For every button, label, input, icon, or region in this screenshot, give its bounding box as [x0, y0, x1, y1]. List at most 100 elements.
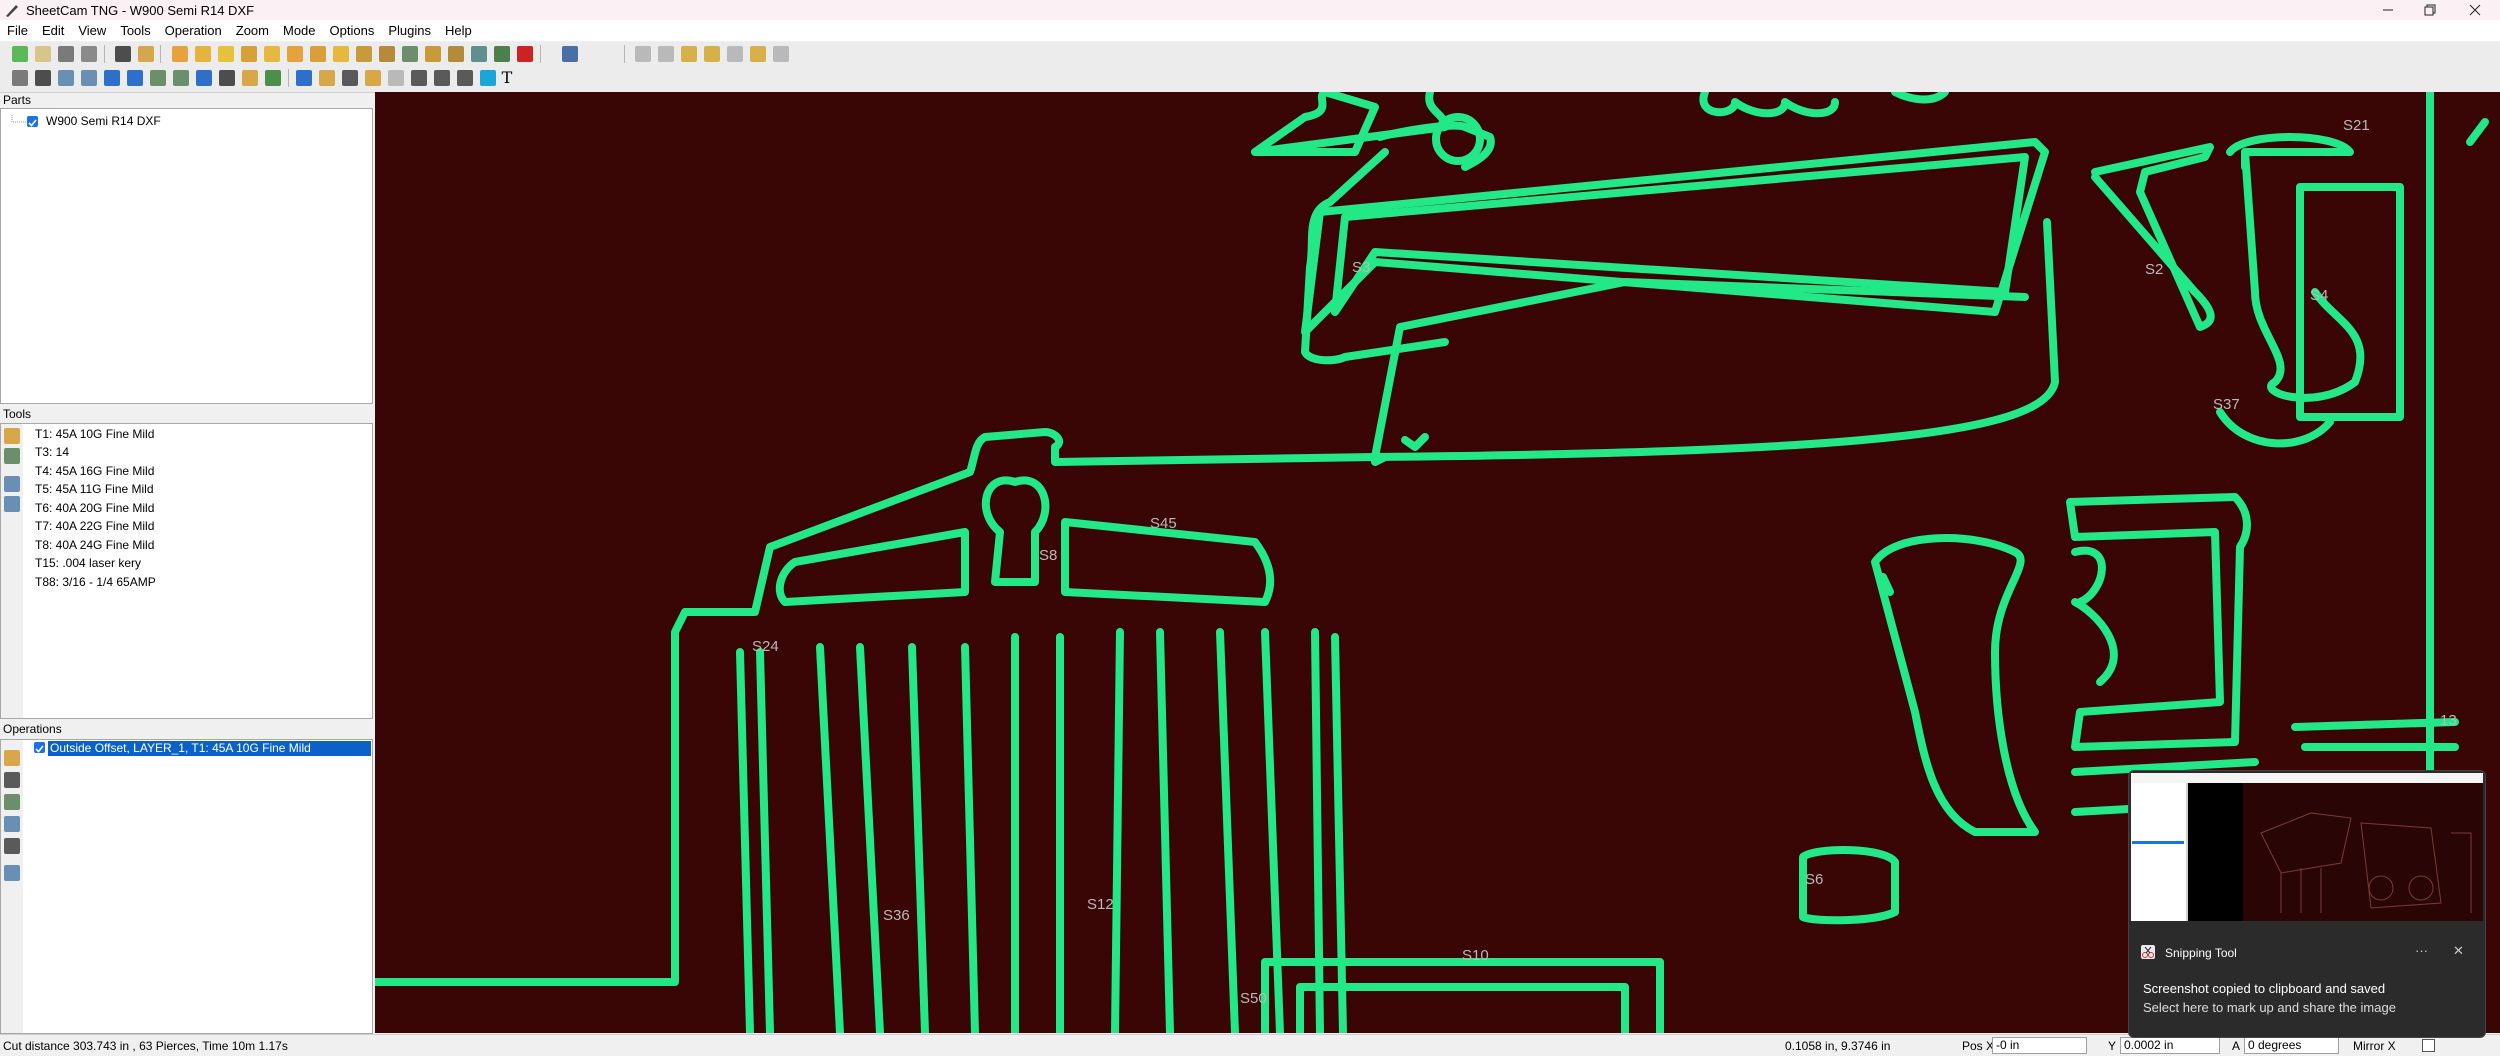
- menu-zoom[interactable]: Zoom: [229, 23, 276, 38]
- shape-tool-icon-15[interactable]: [494, 46, 510, 62]
- close-window-button[interactable]: [2452, 0, 2498, 20]
- plugin-icon[interactable]: [265, 70, 281, 86]
- open-file-icon[interactable]: [35, 46, 51, 62]
- zoom-extents-icon[interactable]: [704, 46, 720, 62]
- tool-item[interactable]: T8: 40A 24G Fine Mild: [35, 538, 154, 552]
- job-options-icon[interactable]: [81, 70, 97, 86]
- new-file-icon[interactable]: [12, 46, 28, 62]
- menu-mode[interactable]: Mode: [276, 23, 323, 38]
- zoom-in-icon[interactable]: [635, 46, 651, 62]
- part-checkbox[interactable]: [27, 116, 38, 127]
- restore-button[interactable]: [2407, 0, 2453, 20]
- menu-plugins[interactable]: Plugins: [381, 23, 438, 38]
- more-options-icon[interactable]: ···: [2415, 943, 2428, 958]
- close-icon[interactable]: ✕: [2453, 943, 2464, 959]
- save-file-icon[interactable]: [58, 46, 74, 62]
- snipping-tool-notification[interactable]: Snipping Tool ··· ✕ Screenshot copied to…: [2128, 770, 2486, 1038]
- y-field[interactable]: 0.0002 in: [2120, 1037, 2220, 1054]
- path-icon[interactable]: [127, 70, 143, 86]
- tool-item[interactable]: T4: 45A 16G Fine Mild: [35, 464, 154, 478]
- shape-tool-icon-4[interactable]: [241, 46, 257, 62]
- drill-icon[interactable]: [150, 70, 166, 86]
- tab-icon[interactable]: [365, 70, 381, 86]
- shape-tool-icon-13[interactable]: [448, 46, 464, 62]
- add-tool-icon[interactable]: [4, 428, 20, 444]
- toast-app-name: Snipping Tool: [2165, 946, 2237, 960]
- menu-edit[interactable]: Edit: [35, 23, 71, 38]
- menu-help[interactable]: Help: [438, 23, 479, 38]
- zoom-part-icon[interactable]: [750, 46, 766, 62]
- zoom-previous-icon[interactable]: [727, 46, 743, 62]
- print-icon[interactable]: [81, 46, 97, 62]
- menu-view[interactable]: View: [71, 23, 113, 38]
- operation-copy-icon[interactable]: [4, 816, 20, 832]
- machine-options-icon[interactable]: [12, 70, 28, 86]
- tool-table-icon[interactable]: [4, 476, 20, 492]
- rotate-icon[interactable]: [219, 70, 235, 86]
- undo-icon[interactable]: [562, 46, 578, 62]
- part-item-label[interactable]: W900 Semi R14 DXF: [46, 114, 161, 128]
- mirror-x-checkbox[interactable]: [2422, 1039, 2435, 1052]
- pocket-icon[interactable]: [173, 70, 189, 86]
- operation-path-icon[interactable]: [4, 794, 20, 810]
- shape-tool-icon-10[interactable]: [379, 46, 395, 62]
- tool-list-icon[interactable]: [4, 496, 20, 512]
- shape-tool-icon-5[interactable]: [264, 46, 280, 62]
- shape-tool-icon-12[interactable]: [425, 46, 441, 62]
- highlight-icon[interactable]: [480, 70, 496, 86]
- menu-options[interactable]: Options: [323, 23, 382, 38]
- tool-item[interactable]: T88: 3/16 - 1/4 65AMP: [35, 575, 156, 589]
- origin-icon[interactable]: [411, 70, 427, 86]
- text-op-icon[interactable]: [196, 70, 212, 86]
- angle-field[interactable]: 0 degrees: [2244, 1037, 2339, 1054]
- delete-icon[interactable]: [517, 46, 533, 62]
- shape-tool-icon-3[interactable]: [218, 46, 234, 62]
- tool-item[interactable]: T5: 45A 11G Fine Mild: [35, 482, 154, 496]
- shape-tool-icon-14[interactable]: [471, 46, 487, 62]
- shape-tool-icon-2[interactable]: [195, 46, 211, 62]
- table-icon[interactable]: [58, 70, 74, 86]
- start-point-icon[interactable]: [319, 70, 335, 86]
- shape-tool-icon-1[interactable]: [172, 46, 188, 62]
- part-label: S36: [883, 907, 910, 924]
- operation-table-icon[interactable]: [4, 865, 20, 881]
- layers-icon[interactable]: [35, 70, 51, 86]
- script-icon[interactable]: [242, 70, 258, 86]
- edit-operation-icon[interactable]: [4, 772, 20, 788]
- screenshot-thumbnail[interactable]: [2131, 773, 2483, 921]
- crop-icon[interactable]: [457, 70, 473, 86]
- tool-item[interactable]: T6: 40A 20G Fine Mild: [35, 501, 154, 515]
- tool-item[interactable]: T7: 40A 22G Fine Mild: [35, 519, 154, 533]
- calculator-icon[interactable]: [115, 46, 131, 62]
- menu-tools[interactable]: Tools: [113, 23, 157, 38]
- post-process-icon[interactable]: [138, 46, 154, 62]
- contour-icon[interactable]: [104, 70, 120, 86]
- operation-checkbox[interactable]: [34, 742, 45, 753]
- tool-item[interactable]: T1: 45A 10G Fine Mild: [35, 427, 154, 441]
- zoom-all-icon[interactable]: [773, 46, 789, 62]
- part-outline: [1401, 433, 1429, 451]
- menu-file[interactable]: File: [0, 23, 35, 38]
- text-tool-icon[interactable]: T: [497, 69, 517, 87]
- tool-item[interactable]: T3: 14: [35, 445, 69, 459]
- shape-tool-icon-6[interactable]: [287, 46, 303, 62]
- operation-tool-icon[interactable]: [4, 838, 20, 854]
- select-pointer-icon[interactable]: [296, 70, 312, 86]
- minimize-icon: [2383, 9, 2393, 11]
- move-icon[interactable]: [434, 70, 450, 86]
- measure-icon[interactable]: [388, 70, 404, 86]
- shape-tool-icon-7[interactable]: [310, 46, 326, 62]
- shape-tool-icon-11[interactable]: [402, 46, 418, 62]
- minimize-button[interactable]: [2365, 0, 2411, 20]
- zoom-window-icon[interactable]: [681, 46, 697, 62]
- operation-item[interactable]: Outside Offset, LAYER_1, T1: 45A 10G Fin…: [48, 741, 371, 756]
- menu-operation[interactable]: Operation: [158, 23, 229, 38]
- shape-tool-icon-8[interactable]: [333, 46, 349, 62]
- pos-x-field[interactable]: -0 in: [1992, 1037, 2087, 1054]
- lead-in-icon[interactable]: [342, 70, 358, 86]
- zoom-out-icon[interactable]: [658, 46, 674, 62]
- add-operation-icon[interactable]: [4, 750, 20, 766]
- tool-item[interactable]: T15: .004 laser kery: [35, 556, 141, 570]
- edit-tool-icon[interactable]: [4, 448, 20, 464]
- shape-tool-icon-9[interactable]: [356, 46, 372, 62]
